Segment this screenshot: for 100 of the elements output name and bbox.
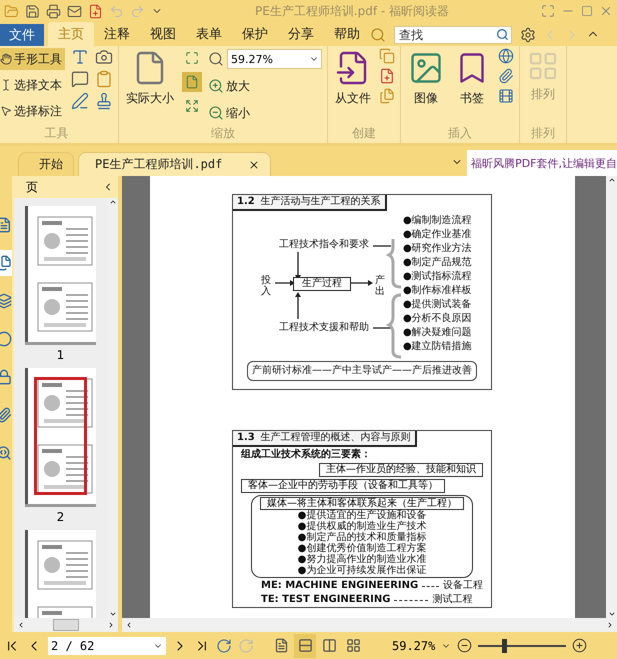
diagram-label: 投入 (261, 275, 271, 297)
from-file-button[interactable]: 从文件 (333, 48, 373, 109)
scrollbar[interactable] (122, 618, 617, 632)
zoom-in-icon[interactable] (572, 638, 588, 653)
ribbon-tab[interactable]: 表单 (186, 22, 232, 46)
page-number: 2 (56, 510, 64, 524)
page-layout-icon (322, 638, 336, 653)
scroll-right-icon[interactable] (107, 621, 115, 629)
search-field[interactable]: 查找 (394, 26, 512, 44)
settings-icon[interactable] (520, 27, 536, 43)
text-cursor-icon[interactable] (0, 79, 12, 91)
panel-icon (0, 217, 12, 233)
save-icon[interactable] (25, 4, 40, 18)
paperclip-icon[interactable] (498, 68, 514, 84)
pen-icon[interactable] (71, 92, 89, 110)
fullscreen-icon[interactable] (541, 4, 555, 18)
film-icon[interactable] (498, 88, 514, 104)
group-title: 工具 (44, 125, 70, 142)
zoom-out-icon[interactable] (457, 638, 472, 653)
scroll-left-icon[interactable] (125, 621, 133, 629)
zoom-field[interactable]: 59.27% (227, 49, 322, 69)
zoom-out-button[interactable]: 缩小 (208, 102, 322, 124)
close-icon[interactable] (248, 158, 260, 170)
tool-button[interactable]: 选择文本 (0, 74, 65, 96)
medium-heading: 媒体—将主体和客体联系起来（生产工程） (260, 497, 464, 510)
document-tab[interactable]: 开始 (18, 152, 74, 176)
panel-icon (0, 369, 12, 385)
scroll-up-icon[interactable] (608, 176, 616, 184)
actual-size-button[interactable]: 实际大小 (124, 48, 176, 109)
list-item: ●提供权威的制造业生产技术 (298, 521, 426, 532)
zoom-in-button[interactable]: 放大 (208, 75, 322, 97)
list-item: ●建立防错措施 (403, 341, 472, 353)
globe-icon[interactable] (498, 48, 514, 64)
search-icon[interactable] (496, 28, 509, 41)
list-item: ●为企业可持续发展作出保证 (298, 565, 426, 576)
scroll-right-icon[interactable] (606, 621, 614, 629)
term-text: ME: MACHINE ENGINEERING (261, 580, 418, 592)
window-title: PE生产工程师培训.pdf - 福昕阅读器 (254, 2, 450, 20)
ribbon-tab[interactable]: 保护 (232, 22, 278, 46)
new-file-icon[interactable] (88, 4, 103, 18)
zoom-icon[interactable] (208, 51, 224, 67)
slide-heading: 1.2 生产活动与生产工程的关系 (233, 195, 387, 211)
typewriter-icon[interactable] (71, 48, 89, 66)
panel-title: 页 (26, 178, 38, 196)
zoom-out-icon (208, 105, 224, 121)
intro-text: 组成工业技术系统的三要素： (241, 449, 372, 461)
view-mode-button[interactable] (294, 634, 316, 658)
comment-icon[interactable] (71, 70, 89, 88)
blank-page-icon[interactable] (379, 68, 395, 84)
zoom-in-icon (208, 78, 224, 94)
page-layout-icon (298, 638, 312, 653)
list-item: ●测试指标流程 (403, 271, 472, 283)
ad-text[interactable]: 福昕风腾PDF套件,让编辑更自 (467, 150, 617, 176)
scroll-up-icon[interactable] (108, 198, 116, 206)
list-item: ●确定作业基准 (403, 229, 472, 241)
page-thumbnail[interactable] (25, 206, 96, 342)
scroll-down-icon[interactable] (108, 610, 116, 618)
ribbon-tab[interactable]: 帮助 (324, 22, 370, 46)
scroll-down-icon[interactable] (608, 610, 616, 618)
image-button[interactable]: 图像 (406, 48, 446, 109)
page-field[interactable]: 2 / 62 (48, 636, 166, 654)
object-box: 客体—企业中的劳动手段（设备和工具等） (241, 479, 445, 493)
panel-icon (0, 331, 12, 347)
ribbon-tab[interactable]: 视图 (140, 22, 186, 46)
scrollbar[interactable] (606, 176, 617, 618)
list-item: ●制定产品的技术和质量指标 (298, 532, 426, 543)
stamp-icon[interactable] (95, 92, 113, 110)
clipboard-icon[interactable] (95, 70, 113, 88)
list-item: ●分析不良原因 (403, 313, 472, 325)
grid-icon (527, 50, 559, 82)
diagram-label: 工程技术支援和帮助 (279, 322, 369, 334)
pointer-icon[interactable] (0, 105, 12, 117)
group-title: 排列 (530, 125, 556, 142)
hand-icon[interactable] (0, 53, 12, 65)
page-layout-icon (346, 638, 360, 653)
page-number: 1 (56, 348, 64, 362)
panel-tab[interactable] (0, 250, 12, 276)
document-tab[interactable]: PE生产工程师培训.pdf (78, 152, 272, 176)
scrollbar[interactable] (14, 618, 118, 632)
slider-thumb[interactable] (502, 638, 508, 652)
tool-button[interactable]: 选择标注 (0, 100, 65, 122)
list-item: ●创建优秀价值制造工程方案 (298, 543, 426, 554)
scroll-left-icon[interactable] (17, 621, 25, 629)
zoom-value: 59.27% (231, 52, 273, 66)
mail-icon[interactable] (67, 4, 82, 18)
fit-button[interactable] (182, 72, 202, 92)
list-item: ●编制制造流程 (403, 215, 472, 227)
page-thumbnail[interactable] (25, 368, 96, 504)
page-icon (185, 75, 199, 89)
diagram-label: 工程技术指令和要求 (279, 239, 369, 251)
bookmark-button[interactable]: 书签 (452, 48, 492, 109)
file-menu-button[interactable]: 文件 (0, 24, 44, 46)
tool-button[interactable]: 手形工具 (0, 48, 65, 70)
ribbon-tab[interactable]: 注释 (94, 22, 140, 46)
find-folder-icon[interactable] (370, 27, 386, 43)
print-icon[interactable] (46, 4, 61, 18)
group-title: 缩放 (210, 125, 236, 142)
camera-icon[interactable] (95, 48, 113, 66)
ribbon-tab[interactable]: 分享 (278, 22, 324, 46)
page-layout-icon (274, 638, 288, 653)
